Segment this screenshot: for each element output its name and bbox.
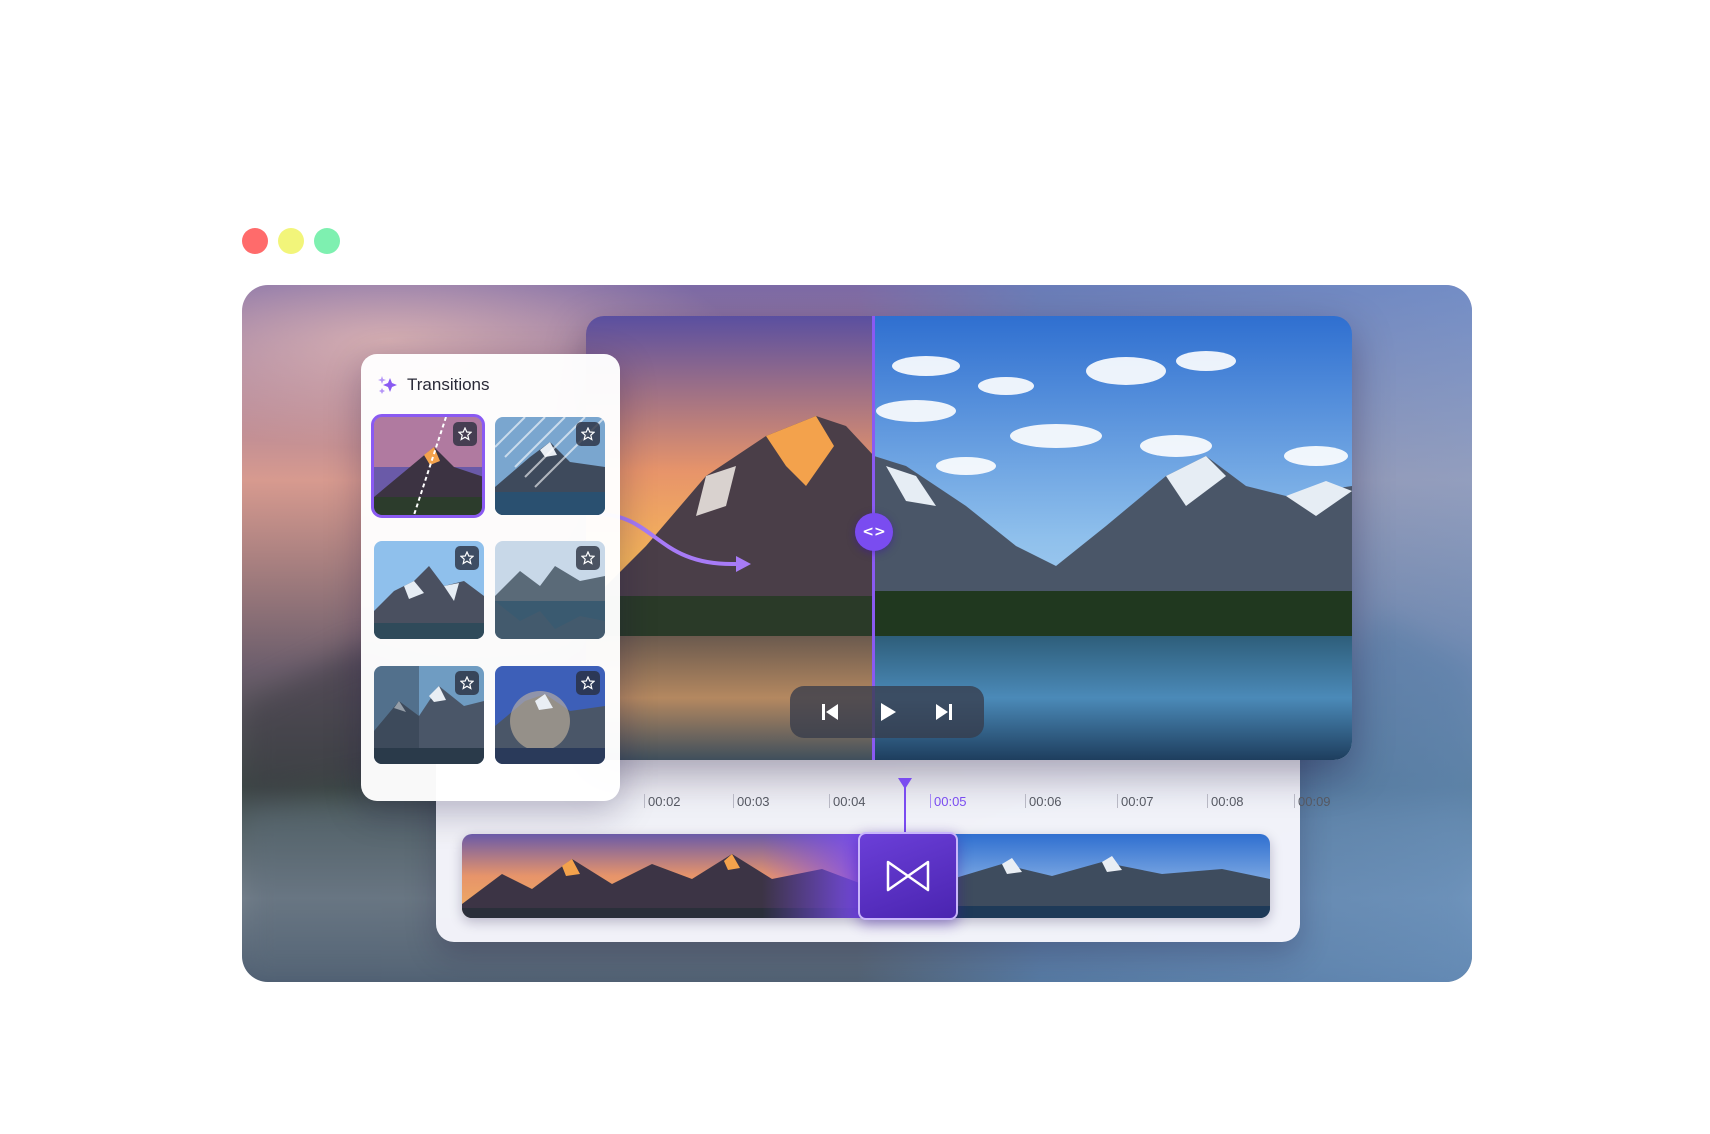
transitions-title: Transitions bbox=[407, 375, 490, 394]
favorite-button[interactable] bbox=[455, 671, 479, 695]
split-handle[interactable]: <> bbox=[855, 513, 893, 551]
star-icon bbox=[581, 551, 595, 565]
time-tick: 00:08 bbox=[1207, 794, 1244, 809]
timeline-ruler: 00:02 00:03 00:04 00:05 00:06 00:07 00:0… bbox=[0, 794, 1710, 814]
time-tick: 00:04 bbox=[829, 794, 866, 809]
transition-stripes-wipe[interactable] bbox=[495, 417, 605, 515]
favorite-button[interactable] bbox=[576, 671, 600, 695]
star-icon bbox=[458, 427, 472, 441]
favorite-button[interactable] bbox=[576, 546, 600, 570]
sparkles-icon bbox=[378, 376, 397, 394]
transition-marker[interactable] bbox=[858, 832, 958, 920]
time-tick: 00:06 bbox=[1025, 794, 1062, 809]
playhead[interactable] bbox=[897, 778, 913, 836]
time-tick-current: 00:05 bbox=[930, 794, 967, 809]
star-icon bbox=[581, 676, 595, 690]
play-button[interactable] bbox=[867, 692, 907, 732]
play-icon bbox=[880, 703, 896, 721]
minimize-window-button[interactable] bbox=[278, 228, 304, 254]
transition-shatter[interactable] bbox=[374, 541, 484, 639]
time-tick: 00:03 bbox=[733, 794, 770, 809]
favorite-button[interactable] bbox=[453, 422, 477, 446]
favorite-button[interactable] bbox=[576, 422, 600, 446]
time-tick: 00:09 bbox=[1294, 794, 1331, 809]
close-window-button[interactable] bbox=[242, 228, 268, 254]
transition-cross-dissolve[interactable] bbox=[495, 541, 605, 639]
star-icon bbox=[581, 427, 595, 441]
bowtie-transition-icon bbox=[886, 860, 930, 892]
playback-controls bbox=[790, 686, 984, 738]
skip-forward-icon bbox=[935, 704, 952, 720]
transition-circle-reveal[interactable] bbox=[495, 666, 605, 764]
transitions-panel: Transitions bbox=[361, 354, 620, 801]
skip-forward-button[interactable] bbox=[924, 692, 964, 732]
window-controls bbox=[242, 228, 340, 254]
maximize-window-button[interactable] bbox=[314, 228, 340, 254]
time-tick: 00:02 bbox=[644, 794, 681, 809]
skip-back-button[interactable] bbox=[810, 692, 850, 732]
transition-diagonal-wipe[interactable] bbox=[371, 414, 485, 518]
star-icon bbox=[460, 551, 474, 565]
transition-panel-slide[interactable] bbox=[374, 666, 484, 764]
star-icon bbox=[460, 676, 474, 690]
transitions-header: Transitions bbox=[377, 374, 490, 396]
time-tick: 00:07 bbox=[1117, 794, 1154, 809]
skip-back-icon bbox=[822, 704, 839, 720]
favorite-button[interactable] bbox=[455, 546, 479, 570]
